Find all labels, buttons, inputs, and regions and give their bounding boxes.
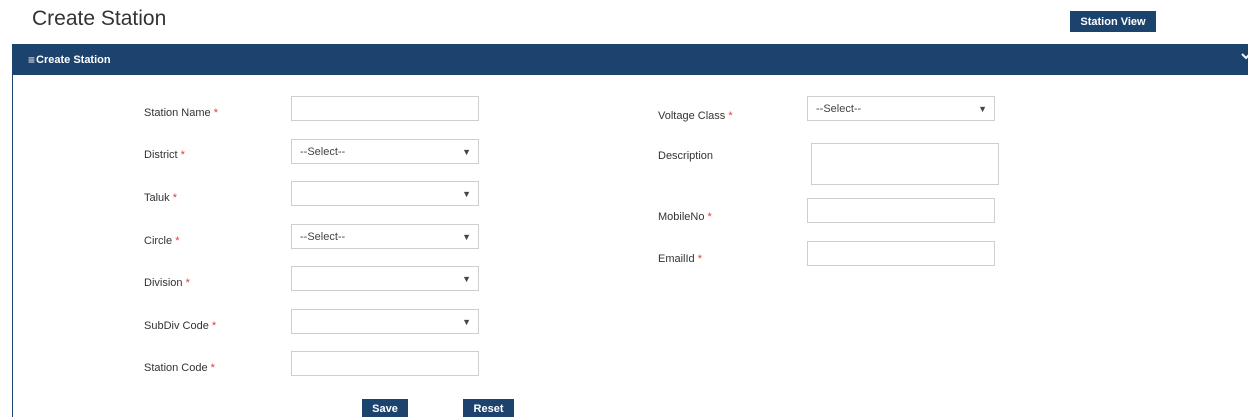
district-label: District * [144,149,185,161]
dropdown-arrow-icon: ▼ [462,232,471,242]
email-id-input[interactable] [807,241,995,266]
district-selected: --Select-- [300,145,346,158]
district-select[interactable]: --Select-- ▼ [291,139,479,164]
taluk-select[interactable]: ▼ [291,181,479,206]
save-button[interactable]: Save [362,399,408,417]
mobile-no-label: MobileNo * [658,211,712,223]
station-code-input[interactable] [291,351,479,376]
station-code-label: Station Code * [144,362,215,374]
station-view-button[interactable]: Station View [1070,11,1156,32]
panel-header[interactable]: ≡ Create Station [13,44,1248,75]
description-label: Description [658,150,714,162]
hamburger-icon: ≡ [28,52,36,67]
mobile-no-input[interactable] [807,198,995,223]
voltage-class-select[interactable]: --Select-- ▼ [807,96,995,121]
division-label: Division * [144,277,190,289]
circle-label: Circle * [144,235,180,247]
dropdown-arrow-icon: ▼ [462,274,471,284]
chevron-down-icon[interactable] [1241,51,1248,61]
subdiv-code-select[interactable]: ▼ [291,309,479,334]
taluk-label: Taluk * [144,192,178,204]
voltage-class-selected: --Select-- [816,102,862,115]
description-textarea[interactable] [811,143,999,185]
division-select[interactable]: ▼ [291,266,479,291]
voltage-class-label: Voltage Class * [658,110,733,122]
station-name-input[interactable] [291,96,479,121]
station-name-label: Station Name * [144,107,218,119]
email-id-label: EmailId * [658,253,703,265]
page-title: Create Station [32,7,167,30]
subdiv-code-label: SubDiv Code * [144,320,217,332]
dropdown-arrow-icon: ▼ [462,189,471,199]
dropdown-arrow-icon: ▼ [978,104,987,114]
panel-title: Create Station [36,53,111,66]
dropdown-arrow-icon: ▼ [462,317,471,327]
circle-selected: --Select-- [300,230,346,243]
circle-select[interactable]: --Select-- ▼ [291,224,479,249]
reset-button[interactable]: Reset [463,399,514,417]
dropdown-arrow-icon: ▼ [462,147,471,157]
